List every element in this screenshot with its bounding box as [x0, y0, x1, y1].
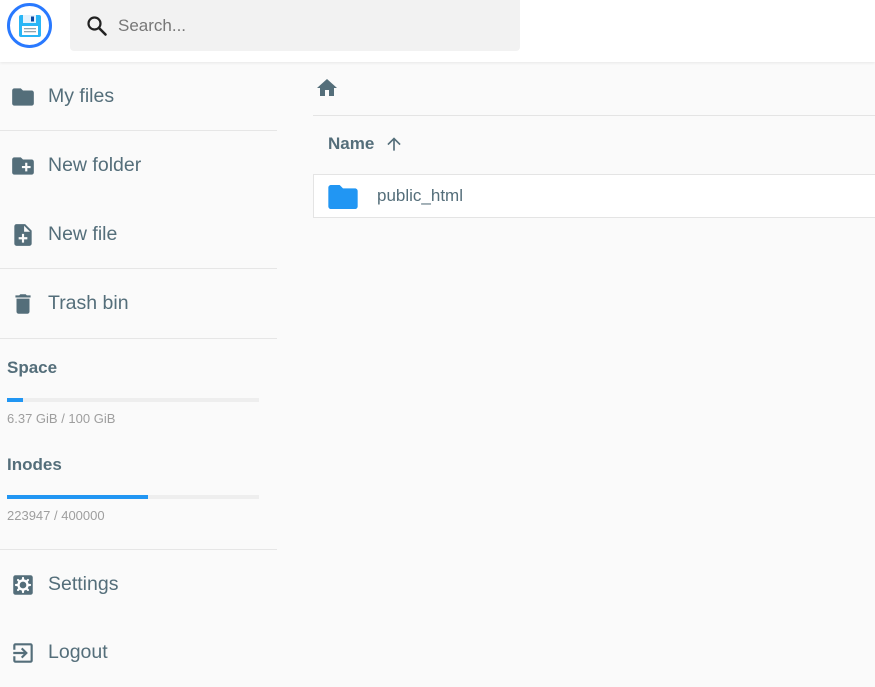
divider — [0, 338, 277, 339]
column-header-label: Name — [328, 134, 375, 153]
search-icon[interactable] — [85, 14, 109, 38]
folder-icon — [328, 185, 358, 209]
column-header-name[interactable]: Name — [328, 132, 404, 156]
file-browser: Name public_html — [277, 62, 875, 687]
space-progress-bar — [7, 398, 259, 402]
sidebar-item-label: My files — [48, 84, 115, 107]
inodes-progress-bar — [7, 495, 259, 499]
sidebar-item-new-folder[interactable]: New folder — [0, 131, 277, 199]
space-progress-fill — [7, 398, 24, 402]
home-icon[interactable] — [315, 76, 339, 100]
search-bar — [70, 0, 520, 51]
usage-title: Inodes — [7, 455, 62, 474]
settings-icon — [13, 575, 33, 595]
create-new-folder-icon — [12, 157, 34, 175]
file-name: public_html — [377, 186, 463, 205]
sidebar-item-label: Settings — [48, 572, 119, 595]
usage-title: Space — [7, 358, 58, 377]
sidebar-item-my-files[interactable]: My files — [0, 62, 277, 130]
search-input[interactable] — [118, 0, 508, 51]
arrow-up-icon — [387, 137, 401, 151]
trash-icon — [15, 294, 31, 314]
floppy-disk-icon — [18, 14, 41, 37]
inodes-progress-fill — [7, 495, 149, 499]
usage-text: 223947 / 400000 — [7, 508, 105, 523]
sidebar-item-trash-bin[interactable]: Trash bin — [0, 269, 277, 337]
sidebar-item-logout[interactable]: Logout — [0, 618, 277, 686]
app-header — [0, 0, 875, 62]
list-item[interactable]: public_html — [313, 174, 875, 218]
app-logo[interactable] — [7, 3, 52, 48]
folder-icon — [12, 88, 34, 106]
sidebar-item-label: Trash bin — [48, 291, 129, 314]
sidebar-item-label: Logout — [48, 640, 108, 663]
sidebar: My files New folder New file Trash bin S… — [0, 62, 277, 687]
logout-icon — [13, 643, 33, 663]
note-add-icon — [14, 224, 32, 246]
divider — [313, 115, 875, 116]
sidebar-item-new-file[interactable]: New file — [0, 200, 277, 268]
sidebar-item-label: New folder — [48, 153, 142, 176]
sidebar-item-label: New file — [48, 222, 118, 245]
usage-text: 6.37 GiB / 100 GiB — [7, 411, 116, 426]
sidebar-item-settings[interactable]: Settings — [0, 550, 277, 618]
